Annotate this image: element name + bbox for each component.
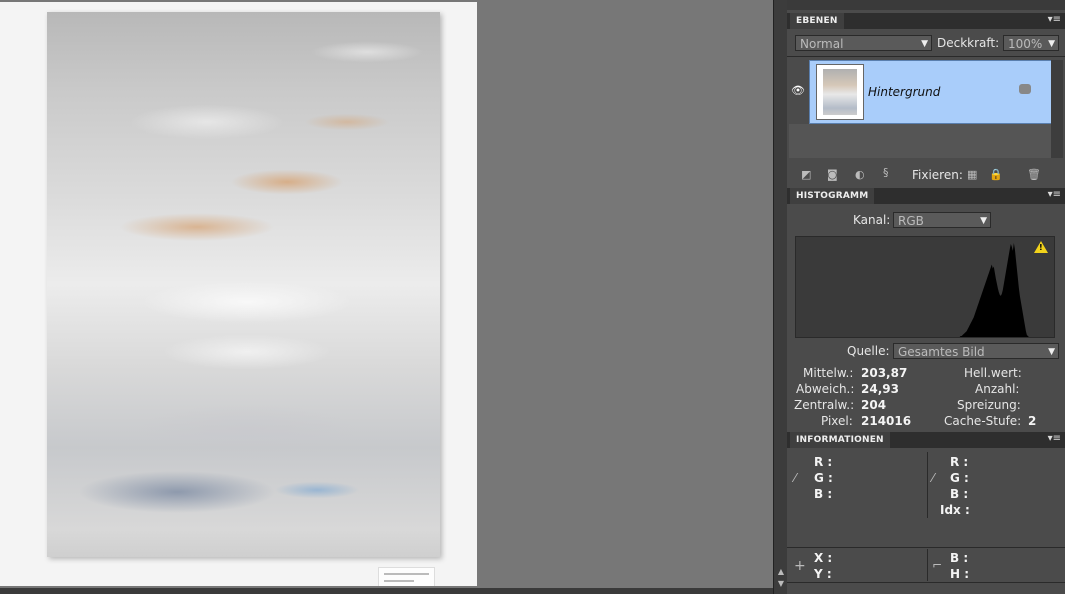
cache-level-label: Cache-Stufe: [944, 414, 1022, 428]
info-left-g: G : [814, 471, 833, 485]
info-right-g: G : [950, 471, 969, 485]
layers-tab-bar: EBENEN ▾≡ [787, 13, 1065, 29]
document-canvas[interactable] [0, 0, 773, 594]
info-right-r: R : [950, 455, 969, 469]
adjustment-layer-icon[interactable]: ◐ [855, 168, 865, 181]
lock-label: Fixieren: [912, 168, 963, 182]
eyedropper-icon: ⁄ [932, 471, 935, 485]
divider [927, 452, 928, 518]
lock-all-icon[interactable]: 🔒 [989, 168, 1003, 181]
chevron-down-icon: ▼ [921, 39, 928, 49]
selection-size-icon: ⌐ [932, 558, 943, 572]
panel-menu-icon[interactable]: ▾≡ [1048, 433, 1061, 444]
info-tab-bar: INFORMATIONEN ▾≡ [787, 432, 1065, 448]
mask-icon[interactable]: ◙ [827, 168, 838, 181]
mean-value: 203,87 [861, 366, 908, 380]
horizontal-scrollbar[interactable] [0, 588, 773, 594]
opacity-value: 100% [1008, 37, 1043, 51]
source-label: Quelle: [847, 344, 890, 358]
info-right-idx: Idx : [940, 503, 970, 517]
new-layer-icon[interactable]: ◩ [801, 168, 811, 181]
lock-transparency-icon[interactable]: ▦ [967, 168, 977, 181]
layer-list-empty [789, 124, 1051, 158]
tab-layers[interactable]: EBENEN [790, 13, 844, 29]
histogram-tab-bar: HISTOGRAMM ▾≡ [787, 188, 1065, 204]
opacity-field[interactable]: 100% ▼ [1003, 35, 1059, 51]
channel-select[interactable]: RGB ▼ [893, 212, 991, 228]
median-label: Zentralw.: [794, 398, 855, 412]
layer-name: Hintergrund [868, 85, 941, 99]
divider [787, 547, 1065, 548]
link-icon[interactable]: § [883, 166, 889, 179]
histogram-chart: ! [795, 236, 1055, 338]
layers-scrollbar[interactable] [1051, 60, 1063, 158]
divider [927, 549, 928, 581]
info-h: H : [950, 567, 970, 581]
eye-icon[interactable]: 👁 [791, 84, 805, 97]
chevron-down-icon: ▼ [1048, 39, 1055, 49]
info-y: Y : [814, 567, 832, 581]
opacity-label: Deckkraft: [937, 36, 1000, 50]
panel-menu-icon[interactable]: ▾≡ [1048, 14, 1061, 25]
info-left-b: B : [814, 487, 833, 501]
painting-image [47, 12, 440, 557]
divider [787, 582, 1065, 583]
blend-mode-select[interactable]: Normal ▼ [795, 35, 932, 51]
vertical-scrollbar[interactable]: ▲ ▼ [773, 0, 788, 594]
trash-icon[interactable]: 🗑 [1027, 168, 1041, 181]
cache-level-value: 2 [1028, 414, 1037, 428]
info-w: B : [950, 551, 969, 565]
layer-row-background[interactable]: Hintergrund [809, 60, 1053, 124]
median-value: 204 [861, 398, 887, 412]
panel-dock: EBENEN ▾≡ Normal ▼ Deckkraft: 100% ▼ 👁 Hin… [787, 0, 1065, 594]
warning-icon[interactable]: ! [1034, 241, 1048, 253]
pixels-label: Pixel: [821, 414, 853, 428]
tab-histogram[interactable]: HISTOGRAMM [790, 188, 875, 204]
level-label: Hell.wert: [964, 366, 1022, 380]
std-dev-value: 24,93 [861, 382, 899, 396]
source-select[interactable]: Gesamtes Bild ▼ [893, 343, 1059, 359]
info-x: X : [814, 551, 833, 565]
channel-value: RGB [898, 214, 924, 228]
pixels-value: 214016 [861, 414, 912, 428]
divider [787, 56, 1065, 57]
document-image[interactable] [0, 2, 477, 586]
wall-label-image [378, 567, 435, 586]
chevron-down-icon: ▼ [1048, 347, 1055, 357]
histogram-area [796, 243, 1054, 337]
count-label: Anzahl: [975, 382, 1020, 396]
std-dev-label: Abweich.: [796, 382, 855, 396]
top-tab-strip [787, 0, 1065, 10]
eyedropper-icon: ⁄ [794, 471, 797, 485]
scroll-down-icon[interactable]: ▼ [776, 578, 786, 590]
chevron-down-icon: ▼ [980, 216, 987, 226]
blend-mode-value: Normal [800, 37, 844, 51]
lock-icon [1019, 84, 1031, 94]
mean-label: Mittelw.: [803, 366, 854, 380]
info-left-r: R : [814, 455, 833, 469]
info-right-b: B : [950, 487, 969, 501]
histogram-graph [796, 243, 1054, 337]
source-value: Gesamtes Bild [898, 345, 985, 359]
scroll-up-icon[interactable]: ▲ [776, 566, 786, 578]
panel-menu-icon[interactable]: ▾≡ [1048, 189, 1061, 200]
channel-label: Kanal: [853, 213, 891, 227]
layer-thumbnail [816, 64, 864, 120]
percentile-label: Spreizung: [957, 398, 1021, 412]
crosshair-icon: + [794, 558, 806, 574]
tab-info[interactable]: INFORMATIONEN [790, 432, 890, 448]
